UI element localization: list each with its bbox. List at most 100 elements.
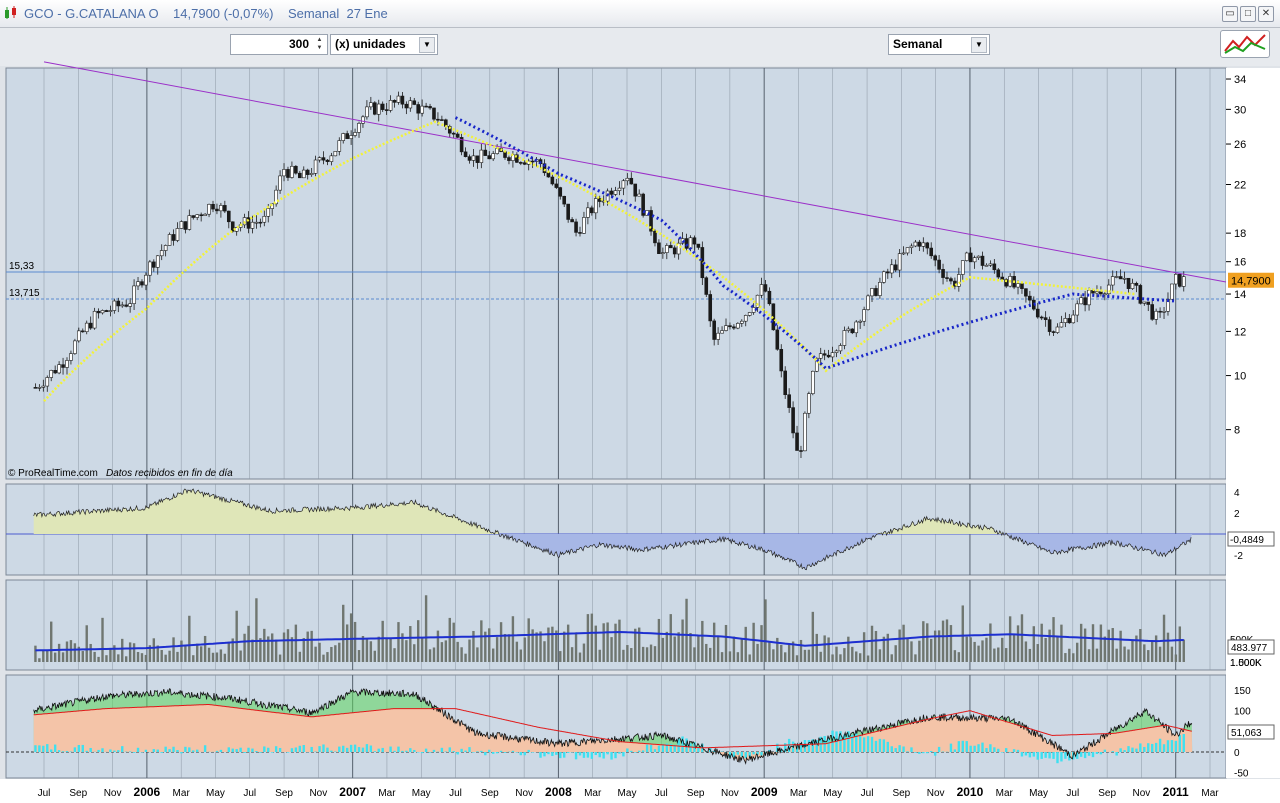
volume-bar bbox=[799, 639, 803, 662]
dmi-histogram-bar bbox=[866, 736, 870, 752]
volume-bar bbox=[180, 640, 183, 662]
volume-bar bbox=[559, 651, 562, 662]
dmi-histogram-bar bbox=[878, 738, 882, 752]
price-y-tick: 26 bbox=[1234, 139, 1246, 151]
dmi-histogram-bar bbox=[566, 752, 570, 753]
candle-body bbox=[294, 165, 298, 174]
volume-bar bbox=[855, 651, 858, 662]
candle-body bbox=[1035, 308, 1040, 318]
dmi-histogram-bar bbox=[440, 747, 444, 752]
candle-body bbox=[408, 100, 413, 109]
volume-bar bbox=[953, 650, 957, 662]
dmi-histogram-bar bbox=[227, 747, 230, 752]
volume-bar bbox=[1012, 634, 1016, 662]
dmi-histogram-bar bbox=[57, 750, 61, 752]
volume-bar bbox=[720, 652, 724, 662]
volume-bar bbox=[270, 633, 274, 662]
candle-body bbox=[1020, 283, 1024, 289]
volume-bar bbox=[97, 656, 100, 662]
candle-body bbox=[436, 118, 440, 121]
dmi-histogram-bar bbox=[578, 752, 582, 756]
dmi-histogram-bar bbox=[736, 752, 740, 755]
dmi-histogram-bar bbox=[1166, 740, 1170, 752]
volume-bar bbox=[105, 655, 108, 662]
x-tick-label: Mar bbox=[996, 788, 1014, 799]
volume-bar bbox=[117, 654, 120, 662]
dmi-histogram-bar bbox=[689, 743, 692, 752]
dmi-histogram-bar bbox=[1044, 752, 1047, 758]
dmi-histogram-bar bbox=[626, 748, 629, 752]
dmi-histogram-bar bbox=[456, 752, 459, 755]
volume-bar bbox=[582, 643, 586, 662]
candle-body bbox=[854, 321, 859, 334]
volume-bar bbox=[732, 636, 736, 662]
chart-area[interactable]: Jul Sep Nov 2006 Mar May Jul Sep Nov 2007 Mar May Ju… bbox=[0, 0, 1280, 803]
volume-bar bbox=[630, 648, 633, 662]
volume-bar bbox=[926, 623, 929, 662]
dmi-histogram-bar bbox=[752, 752, 755, 755]
volume-bar bbox=[602, 623, 605, 662]
candle-body bbox=[621, 180, 626, 189]
dmi-histogram-bar bbox=[1028, 752, 1032, 758]
candle-body bbox=[455, 133, 460, 138]
price-y-tick: 12 bbox=[1234, 326, 1246, 338]
candle-body bbox=[945, 277, 949, 279]
dmi-histogram-bar bbox=[361, 747, 365, 752]
candle-body bbox=[747, 312, 752, 316]
volume-bar bbox=[192, 655, 195, 662]
dmi-histogram-bar bbox=[898, 745, 901, 752]
candle-body bbox=[171, 234, 176, 241]
candle-body bbox=[933, 255, 937, 261]
volume-bar bbox=[1044, 638, 1047, 662]
dmi-histogram-bar bbox=[634, 752, 637, 753]
dmi-histogram-bar bbox=[251, 748, 254, 752]
volume-bar bbox=[1036, 644, 1039, 662]
volume-bar bbox=[215, 652, 219, 662]
level-high-label: 15,33 bbox=[9, 261, 34, 272]
candle-body bbox=[136, 281, 140, 287]
candle-body bbox=[637, 193, 641, 197]
candle-body bbox=[818, 353, 823, 359]
dmi-histogram-bar bbox=[322, 744, 325, 752]
volume-bar bbox=[772, 649, 775, 662]
dmi-histogram-bar bbox=[1178, 734, 1182, 752]
volume-bar bbox=[1143, 644, 1146, 662]
volume-bar bbox=[839, 654, 842, 662]
dmi-histogram-bar bbox=[393, 750, 396, 752]
dmi-histogram-bar bbox=[203, 745, 207, 752]
volume-bar bbox=[847, 636, 850, 662]
dmi-histogram-bar bbox=[1119, 748, 1122, 752]
dmi-histogram-bar bbox=[531, 752, 534, 753]
volume-bar bbox=[716, 636, 720, 662]
candle-body bbox=[988, 263, 993, 266]
x-tick-label: Sep bbox=[1098, 788, 1116, 799]
volume-bar bbox=[326, 652, 329, 662]
volume-bar bbox=[969, 637, 972, 662]
dmi-histogram-bar bbox=[519, 752, 523, 756]
volume-bar bbox=[835, 646, 838, 662]
candle-body bbox=[432, 107, 436, 120]
dmi-last-label: 51,063 bbox=[1231, 728, 1262, 739]
candle-body bbox=[1024, 288, 1028, 297]
dmi-histogram-bar bbox=[1182, 734, 1185, 752]
dmi-histogram-bar bbox=[547, 752, 550, 755]
volume-bar bbox=[409, 626, 412, 662]
candle-body bbox=[321, 157, 326, 161]
candle-body bbox=[897, 253, 902, 271]
candle-body bbox=[720, 330, 724, 334]
volume-bar bbox=[223, 653, 227, 662]
dmi-histogram-bar bbox=[807, 740, 811, 752]
dmi-histogram-bar bbox=[511, 750, 515, 752]
candle-body bbox=[1051, 331, 1056, 333]
x-tick-label: May bbox=[618, 788, 637, 799]
volume-bar bbox=[211, 652, 215, 662]
candle-body bbox=[325, 159, 330, 162]
dmi-histogram-bar bbox=[432, 749, 436, 752]
dmi-histogram-bar bbox=[989, 744, 992, 752]
candle-body bbox=[937, 259, 941, 270]
x-tick-label: Sep bbox=[275, 788, 293, 799]
volume-bar bbox=[1083, 628, 1087, 662]
volume-bar bbox=[81, 651, 84, 662]
candle-body bbox=[874, 288, 878, 296]
dmi-histogram-bar bbox=[985, 748, 988, 752]
